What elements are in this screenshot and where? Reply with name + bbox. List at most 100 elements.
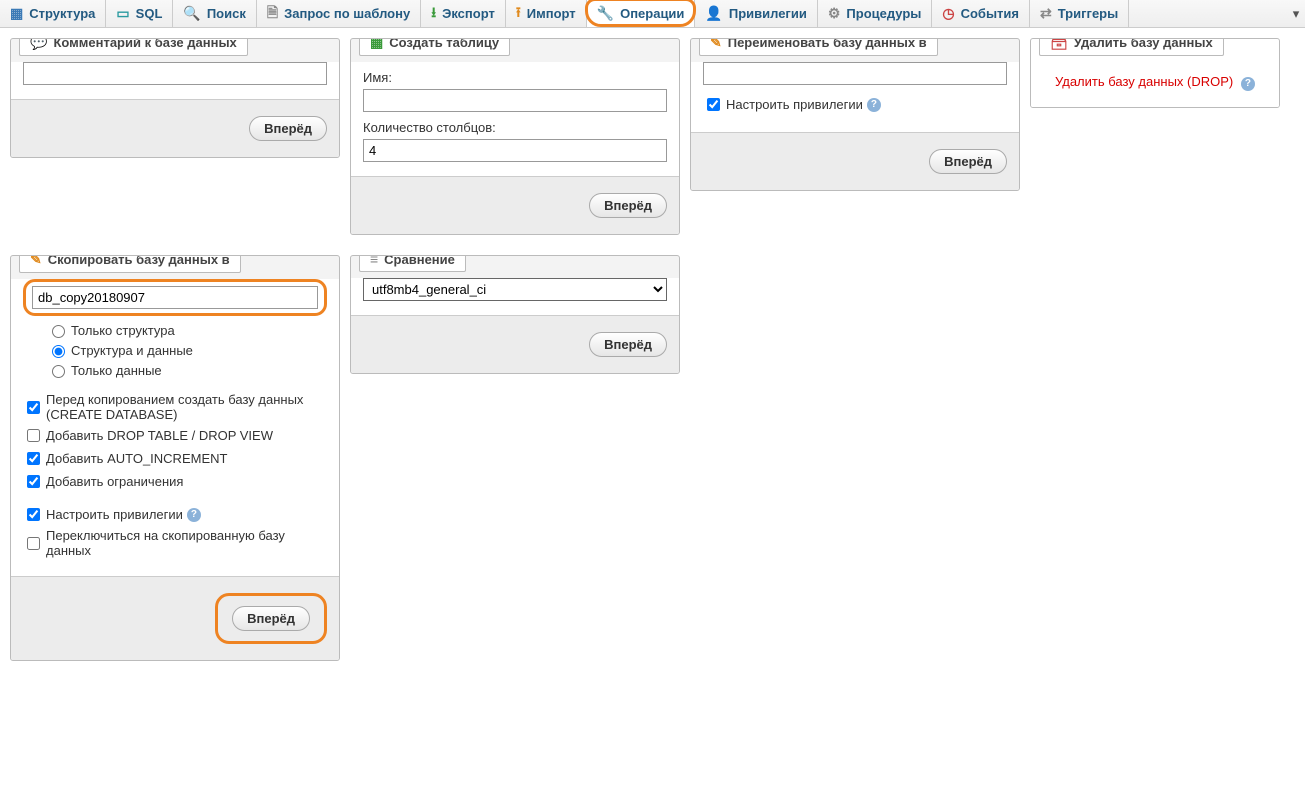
tab-label: Процедуры	[846, 6, 921, 21]
help-icon[interactable]: ?	[867, 98, 881, 112]
chk-drop[interactable]: Добавить DROP TABLE / DROP VIEW	[23, 426, 327, 445]
copy-db-input[interactable]	[32, 286, 318, 309]
panel-legend-comment: 💬Комментарий к базе данных	[19, 38, 248, 56]
export-icon: ⭳	[431, 2, 436, 26]
import-icon: ⭱	[516, 2, 521, 26]
db-comment-input[interactable]	[23, 62, 327, 85]
chk-constraints-input[interactable]	[27, 475, 40, 488]
tab-privileges[interactable]: 👤 Привилегии	[695, 0, 817, 27]
radio-label: Структура и данные	[71, 343, 193, 358]
triggers-icon: ⇄	[1040, 5, 1052, 22]
checkbox-label: Добавить AUTO_INCREMENT	[46, 451, 227, 466]
panel-db-comment: 💬Комментарий к базе данных Вперёд	[10, 38, 340, 158]
panel-legend-rename: ✎ Переименовать базу данных в	[699, 38, 938, 56]
radio-structure-data-input[interactable]	[52, 345, 65, 358]
radio-data-only-input[interactable]	[52, 365, 65, 378]
tab-events[interactable]: ◷События	[932, 0, 1030, 27]
sql-icon: ▭	[116, 5, 129, 22]
radio-structure-only-input[interactable]	[52, 325, 65, 338]
checkbox-label: Добавить DROP TABLE / DROP VIEW	[46, 428, 273, 443]
panel-legend-copy: ✎Скопировать базу данных в	[19, 255, 241, 273]
tab-label: SQL	[136, 6, 163, 21]
legend-label: Переименовать базу данных в	[728, 38, 927, 50]
comment-icon: 💬	[30, 38, 47, 51]
help-icon[interactable]: ?	[1241, 77, 1255, 91]
checkbox-label: Переключиться на скопированную базу данн…	[46, 528, 327, 558]
wrench-icon: 🔧	[597, 5, 614, 22]
top-tabs: ▦Структура ▭ SQL 🔍Поиск 🗎Запрос по шаблон…	[0, 0, 1305, 28]
collation-select[interactable]: utf8mb4_general_ci	[363, 278, 667, 301]
tab-label: Операции	[620, 6, 684, 21]
checkbox-label: Перед копированием создать базу данных (…	[46, 392, 327, 422]
chk-autoinc[interactable]: Добавить AUTO_INCREMENT	[23, 449, 327, 468]
panel-drop-db: 🗃Удалить базу данных Удалить базу данных…	[1030, 38, 1280, 108]
tab-triggers[interactable]: ⇄ Триггеры	[1030, 0, 1129, 27]
chk-switch-input[interactable]	[27, 537, 40, 550]
tab-label: Экспорт	[442, 6, 495, 21]
pencil-icon: ✎	[710, 38, 722, 51]
legend-label: Сравнение	[384, 255, 455, 267]
panel-legend-collation: ≡ Сравнение	[359, 255, 466, 272]
chk-switch[interactable]: Переключиться на скопированную базу данн…	[23, 528, 327, 558]
chk-constraints[interactable]: Добавить ограничения	[23, 472, 327, 491]
help-icon[interactable]: ?	[187, 508, 201, 522]
drop-db-link[interactable]: Удалить базу данных (DROP) ?	[1043, 62, 1267, 103]
tab-label: Триггеры	[1058, 6, 1118, 21]
radio-structure-data[interactable]: Структура и данные	[47, 342, 327, 358]
list-icon: ≡	[370, 255, 378, 267]
copy-db-input-highlight	[23, 279, 327, 316]
legend-label: Удалить базу данных	[1074, 38, 1213, 50]
chk-adjust-priv-input[interactable]	[27, 508, 40, 521]
rename-adjust-priv-checkbox[interactable]	[707, 98, 720, 111]
rename-db-input[interactable]	[703, 62, 1007, 85]
chk-adjust-priv[interactable]: Настроить привилегии?	[23, 505, 327, 524]
legend-label: Создать таблицу	[389, 38, 499, 50]
chk-drop-input[interactable]	[27, 429, 40, 442]
tab-search[interactable]: 🔍Поиск	[173, 0, 256, 27]
tab-label: События	[961, 6, 1019, 21]
go-button-collation[interactable]: Вперёд	[589, 332, 667, 357]
name-label: Имя:	[363, 70, 667, 85]
rename-adjust-priv[interactable]: Настроить привилегии ?	[703, 95, 1007, 114]
panel-legend-drop: 🗃Удалить базу данных	[1039, 38, 1224, 56]
search-icon: 🔍	[183, 5, 200, 22]
table-name-input[interactable]	[363, 89, 667, 112]
tab-query[interactable]: 🗎Запрос по шаблону	[257, 0, 421, 27]
legend-label: Скопировать базу данных в	[48, 255, 230, 267]
tab-structure[interactable]: ▦Структура	[0, 0, 106, 27]
go-button-comment[interactable]: Вперёд	[249, 116, 327, 141]
tab-operations[interactable]: 🔧 Операции	[587, 0, 696, 27]
privileges-icon: 👤	[705, 5, 722, 22]
gear-icon: ⚙	[828, 5, 841, 22]
tab-sql[interactable]: ▭ SQL	[106, 0, 173, 27]
checkbox-label: Настроить привилегии	[46, 507, 183, 522]
tab-label: Привилегии	[729, 6, 807, 21]
panel-legend-create: ▦Создать таблицу	[359, 38, 510, 56]
go-button-create[interactable]: Вперёд	[589, 193, 667, 218]
radio-structure-only[interactable]: Только структура	[47, 322, 327, 338]
tab-import[interactable]: ⭱ Импорт	[506, 0, 587, 27]
panel-rename-db: ✎ Переименовать базу данных в Настроить п…	[690, 38, 1020, 191]
chk-create-db-input[interactable]	[27, 401, 40, 414]
tab-export[interactable]: ⭳ Экспорт	[421, 0, 506, 27]
panels-area: 💬Комментарий к базе данных Вперёд ▦Созда…	[0, 28, 1305, 681]
table-cols-input[interactable]	[363, 139, 667, 162]
radio-label: Только структура	[71, 323, 175, 338]
tab-routines[interactable]: ⚙ Процедуры	[818, 0, 933, 27]
chk-autoinc-input[interactable]	[27, 452, 40, 465]
query-icon: 🗎	[267, 2, 278, 26]
tab-label: Импорт	[527, 6, 576, 21]
panel-collation: ≡ Сравнение utf8mb4_general_ci Вперёд	[350, 255, 680, 374]
go-button-copy-highlight: Вперёд	[215, 593, 327, 644]
chk-create-db[interactable]: Перед копированием создать базу данных (…	[23, 392, 327, 422]
go-button-rename[interactable]: Вперёд	[929, 149, 1007, 174]
checkbox-label: Настроить привилегии	[726, 97, 863, 112]
checkbox-label: Добавить ограничения	[46, 474, 183, 489]
go-button-copy[interactable]: Вперёд	[232, 606, 310, 631]
tab-label: Структура	[29, 6, 95, 21]
radio-data-only[interactable]: Только данные	[47, 362, 327, 378]
panel-create-table: ▦Создать таблицу Имя: Количество столбцо…	[350, 38, 680, 235]
cols-label: Количество столбцов:	[363, 120, 667, 135]
panel-copy-db: ✎Скопировать базу данных в Только структ…	[10, 255, 340, 661]
tabs-more[interactable]: ▾	[1287, 0, 1305, 27]
